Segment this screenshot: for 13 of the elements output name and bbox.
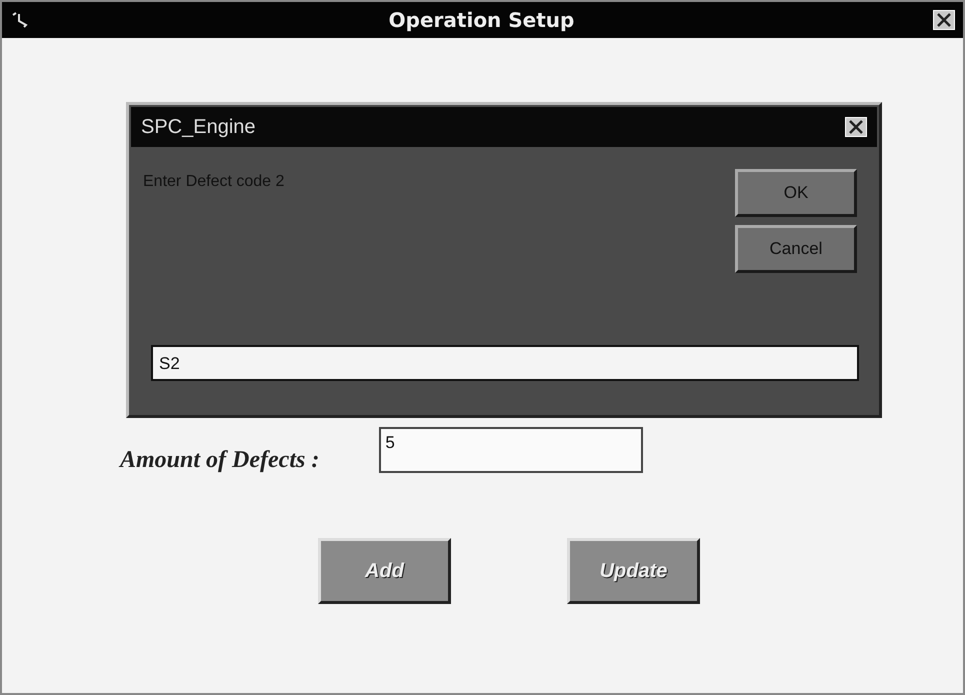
window-title: Operation Setup xyxy=(388,8,576,32)
dialog-button[interactable]: Cancel xyxy=(735,225,857,273)
prompt-text: Enter Defect code 2 xyxy=(143,173,284,192)
dialog-title: SPC_Engine xyxy=(141,116,256,138)
close-icon[interactable] xyxy=(845,117,867,137)
action-button[interactable]: Update xyxy=(567,538,700,604)
input-field[interactable]: 5 xyxy=(379,427,644,473)
close-icon[interactable] xyxy=(933,10,955,30)
field-label: Amount of Defects : xyxy=(120,447,320,474)
action-button[interactable]: Add xyxy=(318,538,451,604)
app-icon xyxy=(10,11,30,29)
dialog-button[interactable]: OK xyxy=(735,169,857,217)
input-field[interactable]: S2 xyxy=(151,345,859,381)
